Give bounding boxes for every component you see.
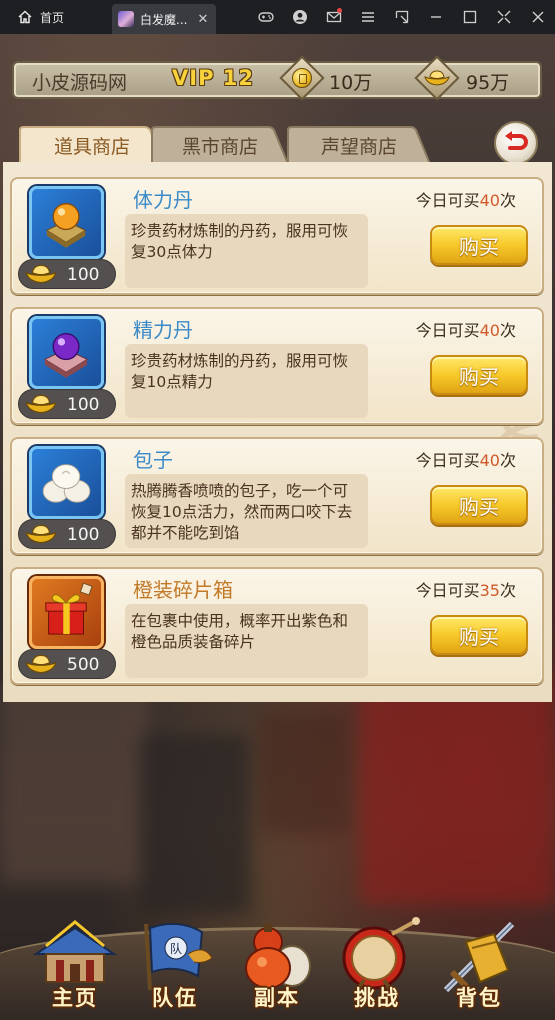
steamed-bun-icon[interactable]: [29, 446, 104, 519]
item-name: 精力丹: [133, 318, 193, 342]
mail-icon[interactable]: [317, 0, 351, 34]
home-icon: [18, 10, 32, 24]
purchase-limit: 今日可买40次: [415, 451, 516, 470]
tab-black-market-label: 黑市商店: [181, 135, 258, 158]
minimize-icon[interactable]: [419, 0, 453, 34]
item-name: 包子: [133, 448, 173, 472]
maximize-icon[interactable]: [453, 0, 487, 34]
tab-reputation-shop[interactable]: 声望商店: [286, 126, 432, 164]
game-tab-label: 白发魔...: [140, 12, 188, 27]
item-description: 在包裹中使用，概率开出紫色和橙色品质装备碎片: [125, 604, 368, 678]
nav-team-label: 队伍: [152, 986, 198, 1010]
price-tag: 100: [18, 519, 116, 549]
price-tag: 100: [18, 389, 116, 419]
tab-reputation-shop-label: 声望商店: [320, 135, 397, 158]
gold-ingot-icon: [414, 55, 460, 101]
purchase-limit: 今日可买40次: [415, 321, 516, 340]
price-value: 100: [67, 265, 100, 285]
return-arrow-icon: [505, 131, 528, 150]
nav-dungeon-label: 副本: [254, 986, 300, 1010]
gold-ingot-icon: [25, 523, 57, 545]
gamepad-icon[interactable]: [249, 0, 283, 34]
nav-home-button[interactable]: 主页: [28, 914, 122, 1014]
site-name: 小皮源码网: [32, 72, 128, 94]
item-description: 热腾腾香喷喷的包子，吃一个可恢复10点活力，然而两口咬下去都并不能吃到馅: [125, 474, 368, 548]
nav-team-button[interactable]: 队 队伍: [128, 914, 222, 1014]
price-value: 100: [67, 525, 100, 545]
close-window-icon[interactable]: [521, 0, 555, 34]
collapse-icon[interactable]: [487, 0, 521, 34]
item-description: 珍贵药材炼制的丹药，服用可恢复30点体力: [125, 214, 368, 288]
coin-icon: [279, 55, 325, 101]
purple-pill-icon[interactable]: [29, 316, 104, 389]
shrink-window-icon[interactable]: [385, 0, 419, 34]
orange-pill-icon[interactable]: [29, 186, 104, 259]
item-name: 体力丹: [133, 188, 193, 212]
item-description: 珍贵药材炼制的丹药，服用可恢复10点精力: [125, 344, 368, 418]
item-name: 橙装碎片箱: [133, 578, 233, 602]
shop-item: 100 体力丹 今日可买40次 珍贵药材炼制的丹药，服用可恢复30点体力 购买: [10, 177, 544, 295]
shop-tabs: 道具商店 黑市商店 声望商店: [0, 126, 555, 164]
purchase-limit: 今日可买35次: [415, 581, 516, 600]
nav-challenge-label: 挑战: [354, 986, 400, 1010]
game-tab[interactable]: 白发魔... ✕: [112, 4, 216, 34]
game-viewport: 小皮源码网 VIP 12 10万 95万 道具商店 黑市商店 声望商店 100 …: [0, 34, 555, 1020]
coin-amount: 10万: [329, 72, 373, 94]
home-tab[interactable]: 首页: [0, 0, 76, 34]
shop-item: 100 包子 今日可买40次 热腾腾香喷喷的包子，吃一个可恢复10点活力，然而两…: [10, 437, 544, 555]
price-tag: 500: [18, 649, 116, 679]
gold-ingot-icon: [25, 653, 57, 675]
tab-black-market[interactable]: 黑市商店: [150, 126, 290, 164]
shop-item: 500 橙装碎片箱 今日可买35次 在包裹中使用，概率开出紫色和橙色品质装备碎片…: [10, 567, 544, 685]
notification-dot: [337, 8, 342, 13]
gift-box-icon[interactable]: [29, 576, 104, 649]
emulator-titlebar: 首页 白发魔... ✕: [0, 0, 555, 34]
buy-button[interactable]: 购买: [430, 355, 528, 395]
currency-bar: 小皮源码网 VIP 12 10万 95万: [12, 55, 542, 101]
gold-ingot-icon: [25, 263, 57, 285]
account-icon[interactable]: [283, 0, 317, 34]
tab-item-shop[interactable]: 道具商店: [18, 126, 166, 164]
home-tab-label: 首页: [40, 10, 65, 25]
buy-button[interactable]: 购买: [430, 225, 528, 265]
price-value: 100: [67, 395, 100, 415]
nav-dungeon-button[interactable]: 副本: [230, 914, 324, 1014]
price-value: 500: [67, 655, 100, 675]
nav-bag-label: 背包: [456, 986, 502, 1010]
ingot-amount: 95万: [466, 72, 510, 94]
nav-challenge-button[interactable]: 挑战: [330, 914, 424, 1014]
menu-icon[interactable]: [351, 0, 385, 34]
back-button[interactable]: [491, 121, 541, 167]
shop-item: 100 精力丹 今日可买40次 珍贵药材炼制的丹药，服用可恢复10点精力 购买: [10, 307, 544, 425]
buy-button[interactable]: 购买: [430, 485, 528, 525]
gold-ingot-icon: [25, 393, 57, 415]
nav-home-label: 主页: [52, 986, 98, 1010]
vip-level-badge[interactable]: VIP 12: [172, 66, 254, 90]
buy-button[interactable]: 购买: [430, 615, 528, 655]
nav-bag-button[interactable]: 背包: [432, 914, 526, 1014]
svg-text:队: 队: [170, 941, 182, 956]
game-avatar-icon: [118, 11, 134, 27]
purchase-limit: 今日可买40次: [415, 191, 516, 210]
tab-item-shop-label: 道具商店: [53, 135, 130, 158]
close-tab-icon[interactable]: ✕: [196, 12, 210, 27]
price-tag: 100: [18, 259, 116, 289]
